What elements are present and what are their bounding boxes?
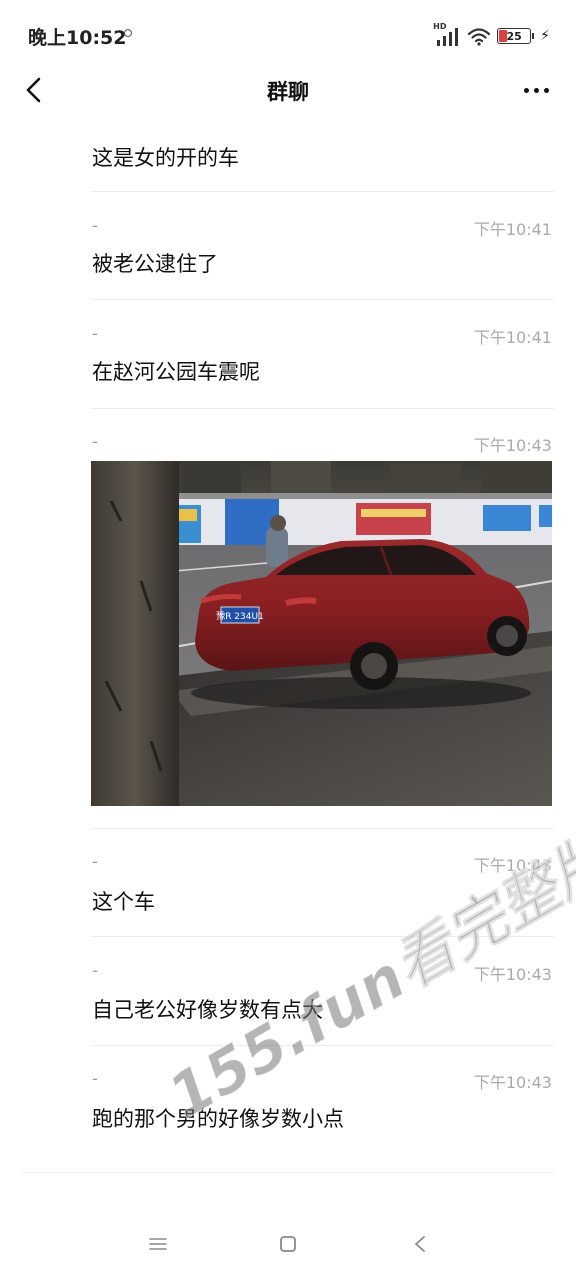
message-time: 下午10:43 xyxy=(473,856,552,875)
nav-bar: 群聊 xyxy=(0,62,576,120)
message-time: 下午10:43 xyxy=(473,1073,552,1092)
message-item: - 下午10:43 xyxy=(92,432,552,456)
message-sender: - xyxy=(92,961,98,980)
menu-button[interactable] xyxy=(140,1229,176,1259)
message-sender: - xyxy=(92,432,98,451)
message-text: 自己老公好像岁数有点大 xyxy=(92,998,323,1022)
divider xyxy=(92,191,554,192)
message-time: 下午10:43 xyxy=(473,436,552,455)
back-triangle-icon xyxy=(415,1236,425,1252)
wifi-icon xyxy=(468,28,491,46)
divider xyxy=(92,1045,554,1046)
system-nav-bar xyxy=(0,1215,576,1275)
notification-icon xyxy=(124,29,132,37)
home-button[interactable] xyxy=(270,1229,306,1259)
message-text: 在赵河公园车震呢 xyxy=(92,360,260,384)
message-time: 下午10:41 xyxy=(473,220,552,239)
message-photo[interactable]: 豫R 234U1 xyxy=(91,461,552,806)
message-item[interactable]: - 下午10:43 这个车 xyxy=(92,852,552,932)
battery-icon: 25 xyxy=(497,28,532,44)
network-type: HD xyxy=(433,22,447,31)
message-sender: - xyxy=(92,852,98,871)
message-text: 跑的那个男的好像岁数小点 xyxy=(92,1107,344,1131)
more-horizontal-icon xyxy=(523,87,529,93)
status-icons: HD 25 ⚡ xyxy=(433,22,550,48)
message-time: 下午10:43 xyxy=(473,965,552,984)
more-button[interactable] xyxy=(516,70,556,110)
signal-icon: HD xyxy=(433,22,461,46)
divider xyxy=(92,828,554,829)
menu-icon xyxy=(149,1238,167,1250)
message-sender: - xyxy=(92,1069,98,1088)
divider xyxy=(92,299,554,300)
license-plate-text: 豫R 234U1 xyxy=(216,610,264,622)
divider xyxy=(22,1172,554,1173)
car-photo-image: 豫R 234U1 xyxy=(91,461,552,806)
message-item[interactable]: - 下午10:41 在赵河公园车震呢 xyxy=(92,324,552,404)
charging-icon: ⚡ xyxy=(540,28,550,44)
message-time: 下午10:41 xyxy=(473,328,552,347)
message-item[interactable]: 这是女的开的车 xyxy=(92,118,552,192)
message-text: 这是女的开的车 xyxy=(92,146,239,170)
battery-percent: 25 xyxy=(506,29,522,43)
system-back-button[interactable] xyxy=(402,1229,438,1259)
home-square-icon xyxy=(280,1236,296,1252)
status-time: 晚上10:52 xyxy=(28,27,127,49)
message-item[interactable]: - 下午10:41 被老公逮住了 xyxy=(92,216,552,296)
message-sender: - xyxy=(92,324,98,343)
message-sender: - xyxy=(92,216,98,235)
divider xyxy=(92,408,554,409)
message-text: 这个车 xyxy=(92,890,155,914)
message-text: 被老公逮住了 xyxy=(92,252,218,276)
page-title: 群聊 xyxy=(267,80,309,104)
divider xyxy=(92,936,554,937)
message-item[interactable]: - 下午10:43 自己老公好像岁数有点大 xyxy=(92,961,552,1041)
message-item[interactable]: - 下午10:43 跑的那个男的好像岁数小点 xyxy=(92,1069,552,1149)
